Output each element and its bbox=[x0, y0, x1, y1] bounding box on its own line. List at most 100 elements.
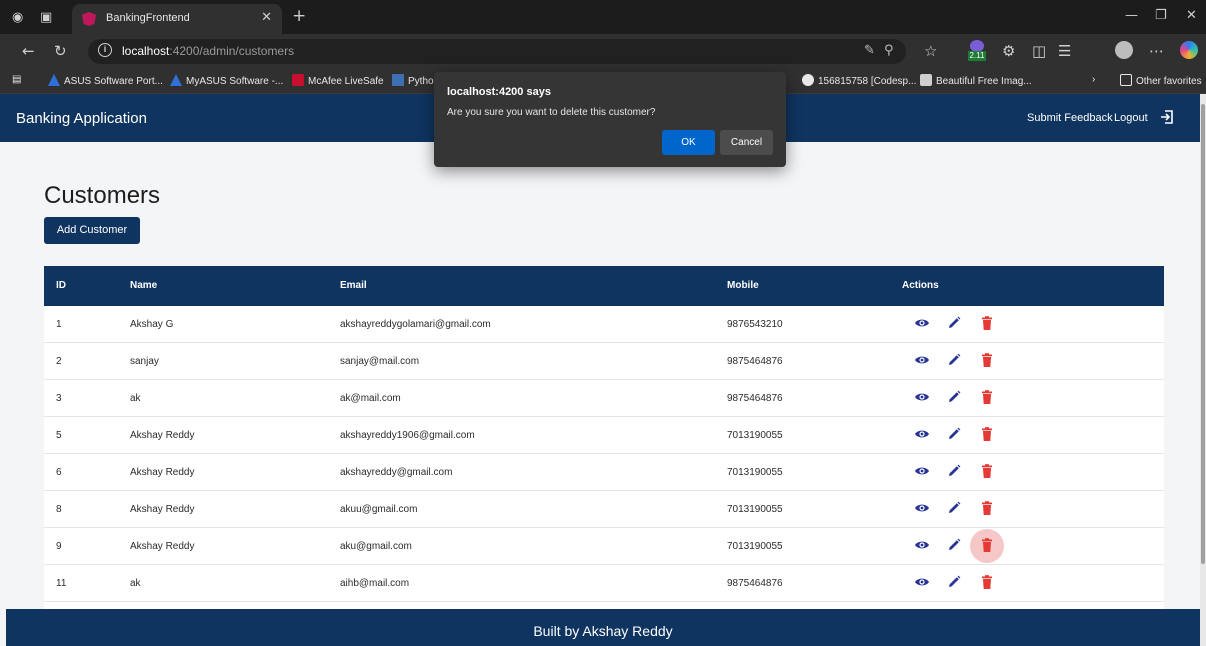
copilot-icon[interactable] bbox=[1180, 41, 1198, 59]
view-icon[interactable] bbox=[914, 315, 930, 331]
cell-id: 9 bbox=[56, 541, 62, 552]
cell-id: 3 bbox=[56, 393, 62, 404]
bookmark-codesp[interactable]: 156815758 [Codesp... bbox=[802, 74, 916, 87]
minimize-icon[interactable]: — bbox=[1125, 8, 1138, 23]
bookmark-asus-software[interactable]: ASUS Software Port... bbox=[48, 74, 163, 87]
dialog-ok-button[interactable]: OK bbox=[662, 130, 715, 155]
cell-name: ak bbox=[130, 393, 141, 404]
page-viewport: Banking Application Submit Feedback Logo… bbox=[0, 94, 1206, 646]
view-icon[interactable] bbox=[914, 352, 930, 368]
cell-mobile: 7013190055 bbox=[727, 504, 783, 515]
edit-icon[interactable] bbox=[946, 463, 962, 479]
submit-feedback-link[interactable]: Submit Feedback bbox=[1027, 112, 1113, 124]
delete-icon[interactable] bbox=[979, 315, 995, 331]
cell-mobile: 7013190055 bbox=[727, 430, 783, 441]
delete-icon[interactable] bbox=[979, 500, 995, 516]
browser-tab[interactable]: BankingFrontend ✕ bbox=[72, 4, 282, 34]
view-icon[interactable] bbox=[914, 574, 930, 590]
angular-favicon-icon bbox=[82, 12, 96, 26]
delete-icon[interactable] bbox=[979, 574, 995, 590]
new-tab-icon[interactable]: + bbox=[292, 6, 306, 26]
refresh-icon[interactable]: ↻ bbox=[54, 42, 67, 60]
other-favorites[interactable]: Other favorites bbox=[1120, 74, 1202, 87]
header-email: Email bbox=[340, 280, 367, 291]
cell-mobile: 9875464876 bbox=[727, 578, 783, 589]
delete-icon[interactable] bbox=[979, 352, 995, 368]
zoom-icon[interactable]: ⚲ bbox=[884, 43, 894, 58]
bookmark-beautiful-free[interactable]: Beautiful Free Imag... bbox=[920, 74, 1032, 87]
cell-name: Akshay Reddy bbox=[130, 504, 195, 515]
cell-name: Akshay Reddy bbox=[130, 467, 195, 478]
tab-title: BankingFrontend bbox=[106, 12, 190, 24]
view-icon[interactable] bbox=[914, 463, 930, 479]
cell-mobile: 9875464876 bbox=[727, 393, 783, 404]
edit-icon[interactable] bbox=[946, 574, 962, 590]
folder-icon bbox=[1120, 74, 1132, 86]
cell-id: 6 bbox=[56, 467, 62, 478]
cell-email: akuu@gmail.com bbox=[340, 504, 418, 515]
view-icon[interactable] bbox=[914, 537, 930, 553]
close-tab-icon[interactable]: ✕ bbox=[261, 10, 272, 25]
table-row: 8 Akshay Reddy akuu@gmail.com 7013190055 bbox=[44, 491, 1164, 528]
cell-id: 5 bbox=[56, 430, 62, 441]
cell-id: 2 bbox=[56, 356, 62, 367]
header-actions: Actions bbox=[902, 280, 939, 291]
profile-icon[interactable] bbox=[1115, 41, 1133, 59]
more-menu-icon[interactable]: ⋯ bbox=[1149, 42, 1164, 60]
table-header: ID Name Email Mobile Actions bbox=[44, 266, 1164, 306]
edit-icon[interactable] bbox=[946, 537, 962, 553]
url-text: localhost:4200/admin/customers bbox=[122, 44, 295, 58]
cell-name: Akshay Reddy bbox=[130, 430, 195, 441]
restore-icon[interactable]: ❐ bbox=[1155, 8, 1167, 23]
close-window-icon[interactable]: ✕ bbox=[1186, 8, 1197, 23]
favorites-icon[interactable]: ☰ bbox=[1058, 42, 1071, 60]
mcafee-icon bbox=[292, 74, 304, 86]
edit-icon[interactable] bbox=[946, 426, 962, 442]
key-icon[interactable]: ✎ bbox=[864, 43, 875, 58]
favorite-star-icon[interactable]: ☆ bbox=[924, 42, 937, 60]
edit-icon[interactable] bbox=[946, 500, 962, 516]
asus-icon bbox=[48, 74, 60, 86]
dialog-cancel-button[interactable]: Cancel bbox=[720, 130, 773, 155]
customers-table: ID Name Email Mobile Actions 1 Akshay G ak… bbox=[44, 266, 1164, 646]
brand-title[interactable]: Banking Application bbox=[16, 110, 147, 127]
bookmarks-overflow-icon[interactable]: › bbox=[1092, 74, 1095, 85]
image-icon bbox=[920, 74, 932, 86]
delete-icon[interactable] bbox=[979, 537, 995, 553]
header-id: ID bbox=[56, 280, 66, 291]
view-icon[interactable] bbox=[914, 426, 930, 442]
collections-icon[interactable]: ▤ bbox=[12, 74, 21, 85]
bookmark-mcafee[interactable]: McAfee LiveSafe bbox=[292, 74, 384, 87]
url-input[interactable]: i localhost:4200/admin/customers ✎ ⚲ bbox=[88, 39, 906, 64]
cell-id: 1 bbox=[56, 319, 62, 330]
back-icon[interactable]: ← bbox=[22, 42, 35, 60]
delete-icon[interactable] bbox=[979, 389, 995, 405]
logout-icon[interactable] bbox=[1159, 109, 1175, 125]
cell-email: ak@mail.com bbox=[340, 393, 401, 404]
table-row: 6 Akshay Reddy akshayreddy@gmail.com 701319… bbox=[44, 454, 1164, 491]
site-info-icon[interactable]: i bbox=[98, 43, 112, 57]
scrollbar-thumb[interactable] bbox=[1201, 104, 1205, 564]
tab-actions-icon[interactable]: ▣ bbox=[40, 10, 52, 25]
bookmark-myasus[interactable]: MyASUS Software -... bbox=[170, 74, 283, 87]
view-icon[interactable] bbox=[914, 500, 930, 516]
table-row: 5 Akshay Reddy akshayreddy1906@gmail.com 70… bbox=[44, 417, 1164, 454]
workspaces-icon[interactable]: ◉ bbox=[12, 10, 23, 25]
edit-icon[interactable] bbox=[946, 315, 962, 331]
bookmark-python[interactable]: Python bbox=[392, 74, 439, 87]
edit-icon[interactable] bbox=[946, 352, 962, 368]
logout-link[interactable]: Logout bbox=[1114, 112, 1148, 124]
extensions-icon[interactable]: ⚙ bbox=[1002, 42, 1015, 60]
edit-icon[interactable] bbox=[946, 389, 962, 405]
delete-icon[interactable] bbox=[979, 463, 995, 479]
cell-email: sanjay@mail.com bbox=[340, 356, 420, 367]
cell-email: aihb@mail.com bbox=[340, 578, 410, 589]
cell-name: ak bbox=[130, 578, 141, 589]
view-icon[interactable] bbox=[914, 389, 930, 405]
delete-icon[interactable] bbox=[979, 426, 995, 442]
extension-icon[interactable]: 2.11 bbox=[968, 40, 986, 62]
split-screen-icon[interactable]: ◫ bbox=[1032, 42, 1046, 60]
footer: Built by Akshay Reddy bbox=[6, 609, 1200, 646]
cell-id: 11 bbox=[56, 578, 67, 589]
add-customer-button[interactable]: Add Customer bbox=[44, 217, 140, 244]
